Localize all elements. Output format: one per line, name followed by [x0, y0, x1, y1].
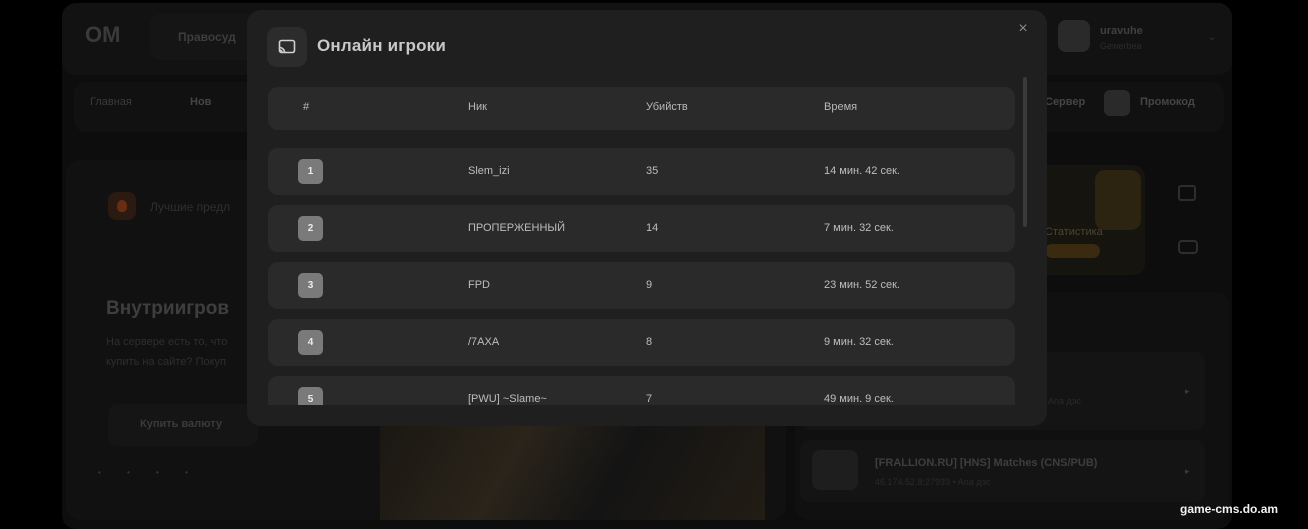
best-offers-label: Лучшие предл: [150, 200, 231, 214]
promo-description-line-2: купить на сайте? Покуп: [106, 356, 226, 368]
promo-icon: [1104, 90, 1130, 116]
player-kills: 7: [646, 393, 653, 405]
menu-item-news: Нов: [190, 96, 212, 108]
server-card: [800, 440, 1205, 502]
column-header-kills: Убийств: [646, 101, 688, 113]
site-logo: ОМ: [85, 22, 121, 47]
player-kills: 9: [646, 279, 653, 291]
cast-icon: [267, 27, 307, 67]
promo-description-line-1: На сервере есть то, что: [106, 336, 228, 348]
promo-heading: Внутриигров: [106, 298, 230, 319]
fire-icon: [117, 200, 127, 212]
menu-item-home: Главная: [90, 96, 132, 108]
column-header-nick: Ник: [468, 101, 487, 113]
menu-item-promo: Промокод: [1140, 96, 1195, 108]
player-nick: ПРОПЕРЖЕННЫЙ: [468, 222, 566, 234]
chevron-right-icon: ▸: [1185, 466, 1190, 476]
stats-button: [1045, 244, 1100, 258]
user-name: uravuhe: [1100, 25, 1143, 37]
online-players-modal: Онлайн игроки × # Ник Убийств Время 1 Sl…: [247, 10, 1047, 426]
table-row: 2 ПРОПЕРЖЕННЫЙ 14 7 мин. 32 сек.: [268, 205, 1015, 252]
player-time: 23 мин. 52 сек.: [824, 279, 900, 291]
buy-currency-label: Купить валюту: [140, 418, 223, 430]
rank-badge: 4: [298, 330, 323, 355]
modal-title: Онлайн игроки: [317, 36, 447, 55]
chevron-right-icon: ▸: [1185, 386, 1190, 396]
server-map-thumbnail: [812, 450, 858, 490]
rank-badge: 1: [298, 159, 323, 184]
promo-image: [380, 420, 765, 520]
stats-label: Статистика: [1045, 226, 1103, 238]
stats-trophy-icon: [1095, 170, 1141, 230]
player-time: 14 мин. 42 сек.: [824, 165, 900, 177]
player-time: 49 мин. 9 сек.: [824, 393, 894, 405]
eye-icon: [1178, 240, 1198, 254]
server-card-subtitle: Ana дэс: [1048, 396, 1081, 406]
watermark: game-cms.do.am: [1180, 502, 1279, 516]
player-nick: [PWU] ~Slame~: [468, 393, 547, 405]
table-row: 3 FPD 9 23 мин. 52 сек.: [268, 262, 1015, 309]
table-row: 1 Slem_izi 35 14 мин. 42 сек.: [268, 148, 1015, 195]
player-nick: Slem_izi: [468, 165, 510, 177]
rank-badge: 2: [298, 216, 323, 241]
rank-badge: 3: [298, 273, 323, 298]
table-body: 1 Slem_izi 35 14 мин. 42 сек. 2 ПРОПЕРЖЕ…: [268, 148, 1015, 405]
player-time: 9 мин. 32 сек.: [824, 336, 894, 348]
table-header: # Ник Убийств Время: [268, 87, 1015, 130]
cast-icon-svg: [278, 39, 296, 54]
table-row: 5 [PWU] ~Slame~ 7 49 мин. 9 сек.: [268, 376, 1015, 405]
rank-badge: 5: [298, 387, 323, 405]
avatar: [1058, 20, 1090, 52]
player-kills: 35: [646, 165, 659, 177]
player-time: 7 мин. 32 сек.: [824, 222, 894, 234]
column-header-rank: #: [303, 101, 310, 113]
server-card-subtitle: 46.174.52.8:27939 • Ana дэс: [875, 477, 991, 487]
player-kills: 8: [646, 336, 653, 348]
header-nav-item: Правосуд: [178, 30, 236, 44]
column-header-time: Время: [824, 101, 858, 113]
menu-item-servers: Сервер: [1045, 96, 1086, 108]
player-kills: 14: [646, 222, 659, 234]
lock-icon: [1178, 185, 1196, 201]
player-nick: FPD: [468, 279, 490, 291]
players-table: # Ник Убийств Время 1 Slem_izi 35 14 мин…: [268, 87, 1015, 405]
scrollbar[interactable]: [1023, 77, 1027, 227]
user-subtitle: Gewerbea: [1100, 41, 1142, 51]
close-icon[interactable]: ×: [1015, 21, 1031, 37]
carousel-dots: • • • •: [98, 468, 200, 477]
chevron-down-icon: ⌄: [1208, 32, 1217, 43]
player-nick: /7AXA: [468, 336, 500, 348]
server-card-title: [FRALLION.RU] [HNS] Matches (CNS/PUB): [875, 457, 1098, 469]
table-row: 4 /7AXA 8 9 мин. 32 сек.: [268, 319, 1015, 366]
